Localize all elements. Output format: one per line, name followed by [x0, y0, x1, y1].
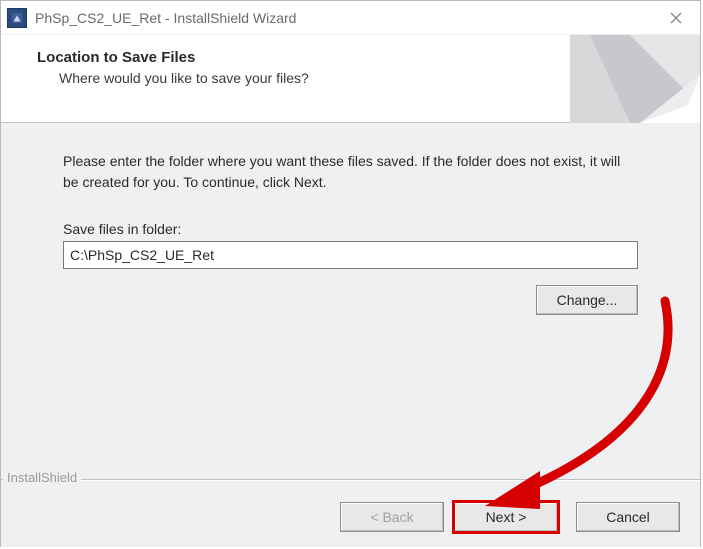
wizard-header: Location to Save Files Where would you l…	[1, 35, 700, 123]
navigation-buttons: < Back Next > Cancel	[340, 502, 680, 532]
folder-field-label: Save files in folder:	[63, 221, 638, 237]
back-button: < Back	[340, 502, 444, 532]
app-icon	[7, 8, 27, 28]
wizard-content: Please enter the folder where you want t…	[1, 123, 700, 468]
installshield-brand: InstallShield	[3, 470, 81, 485]
close-icon[interactable]	[652, 2, 700, 34]
change-folder-button[interactable]: Change...	[536, 285, 638, 315]
next-button[interactable]: Next >	[454, 502, 558, 532]
wizard-footer: InstallShield < Back Next > Cancel	[1, 468, 700, 547]
page-curl-graphic	[570, 35, 700, 123]
instruction-text: Please enter the folder where you want t…	[63, 151, 638, 193]
footer-divider	[1, 479, 700, 481]
titlebar: PhSp_CS2_UE_Ret - InstallShield Wizard	[1, 1, 700, 35]
cancel-button[interactable]: Cancel	[576, 502, 680, 532]
folder-path-input[interactable]	[63, 241, 638, 269]
installer-window: PhSp_CS2_UE_Ret - InstallShield Wizard L…	[0, 0, 701, 547]
window-title: PhSp_CS2_UE_Ret - InstallShield Wizard	[35, 10, 296, 26]
